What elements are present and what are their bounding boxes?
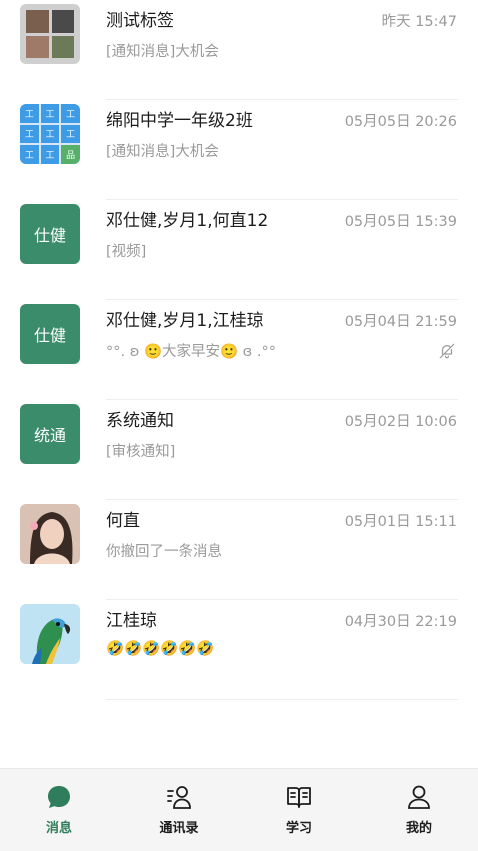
conversation-preview: [视频]: [106, 244, 147, 260]
conversation-name: 绵阳中学一年级2班: [106, 111, 253, 131]
conversation-time: 05月04日 21:59: [344, 314, 457, 330]
conversation-name: 测试标签: [106, 11, 174, 31]
conversation-time: 05月02日 10:06: [344, 414, 457, 430]
conversation-item[interactable]: 江桂琼 04月30日 22:19 🤣🤣🤣🤣🤣🤣: [0, 600, 478, 700]
conversation-preview: °°. ʚ 🙂大家早安🙂 ɞ .°°: [106, 344, 277, 360]
tab-profile[interactable]: 我的: [369, 783, 469, 836]
conversation-time: 05月05日 20:26: [344, 114, 457, 130]
conversation-preview: [通知消息]大机会: [106, 144, 219, 160]
conversation-preview: [通知消息]大机会: [106, 44, 219, 60]
conversation-time: 昨天 15:47: [381, 14, 457, 30]
text-avatar: 统通: [20, 404, 80, 464]
tab-label: 学习: [285, 821, 312, 836]
conversation-name: 江桂琼: [106, 611, 157, 631]
book-icon: [287, 787, 311, 808]
conversation-preview: 你撤回了一条消息: [106, 544, 222, 560]
mute-bell-icon: [439, 343, 455, 359]
tab-label: 通讯录: [159, 821, 199, 836]
conversation-time: 05月05日 15:39: [344, 214, 457, 230]
bottom-tab-bar: 消息 通讯录 学习 我的: [0, 768, 478, 851]
conversation-item[interactable]: 何直 05月01日 15:11 你撤回了一条消息: [0, 500, 478, 600]
conversation-item[interactable]: 测试标签 昨天 15:47 [通知消息]大机会: [0, 0, 478, 100]
tab-label: 我的: [405, 821, 432, 836]
group-avatar: 工工工工工工工工品: [20, 104, 80, 164]
conversation-name: 邓仕健,岁月1,江桂琼: [106, 311, 264, 331]
conversation-name: 邓仕健,岁月1,何直12: [106, 211, 269, 231]
conversation-item[interactable]: 仕健 邓仕健,岁月1,何直12 05月05日 15:39 [视频]: [0, 200, 478, 300]
conversation-name: 系统通知: [106, 411, 174, 431]
divider: [106, 699, 458, 700]
contacts-icon: [167, 786, 191, 809]
tab-messages[interactable]: 消息: [9, 783, 109, 836]
group-avatar: [20, 4, 80, 64]
tab-study[interactable]: 学习: [249, 783, 349, 836]
text-avatar: 仕健: [20, 304, 80, 364]
conversation-preview: 🤣🤣🤣🤣🤣🤣: [106, 641, 215, 657]
tab-contacts[interactable]: 通讯录: [129, 783, 229, 836]
profile-icon: [408, 785, 430, 809]
conversation-time: 05月01日 15:11: [344, 514, 457, 530]
chat-bubble-icon: [48, 786, 70, 808]
conversation-preview: [审核通知]: [106, 444, 176, 460]
parrot-avatar: [20, 604, 80, 664]
conversation-name: 何直: [106, 511, 140, 531]
text-avatar: 仕健: [20, 204, 80, 264]
conversation-item[interactable]: 仕健 邓仕健,岁月1,江桂琼 05月04日 21:59 °°. ʚ 🙂大家早安🙂…: [0, 300, 478, 400]
tab-label: 消息: [45, 821, 72, 836]
conversation-item[interactable]: 统通 系统通知 05月02日 10:06 [审核通知]: [0, 400, 478, 500]
conversation-item[interactable]: 工工工工工工工工品 绵阳中学一年级2班 05月05日 20:26 [通知消息]大…: [0, 100, 478, 200]
conversation-list: 测试标签 昨天 15:47 [通知消息]大机会 工工工工工工工工品 绵阳中学一年…: [0, 0, 478, 700]
conversation-time: 04月30日 22:19: [344, 614, 457, 630]
person-photo-avatar: [20, 504, 80, 564]
